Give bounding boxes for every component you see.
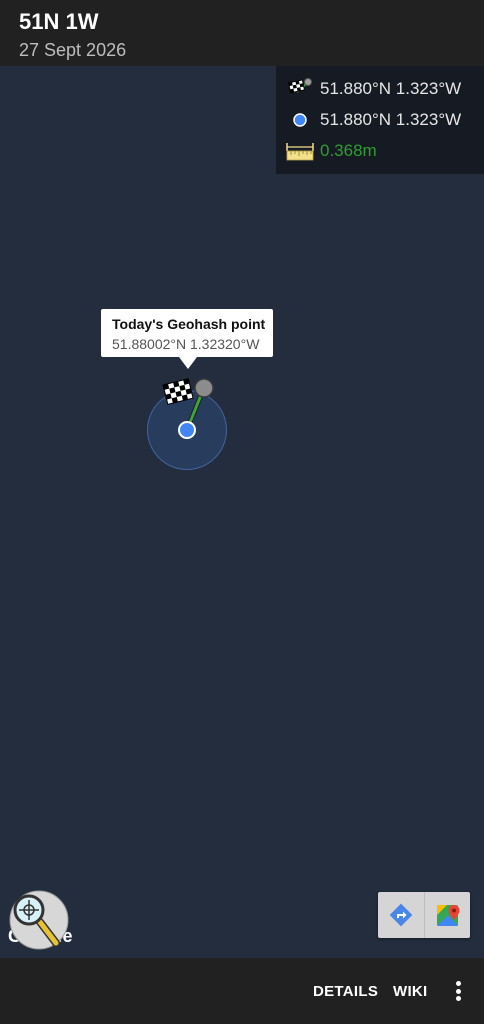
map-toolbar bbox=[378, 892, 470, 938]
current-location-dot bbox=[178, 421, 196, 439]
callout-title: Today's Geohash point bbox=[112, 316, 266, 332]
zoom-button[interactable] bbox=[8, 889, 70, 951]
ruler-icon bbox=[286, 138, 314, 164]
map-view[interactable] bbox=[0, 66, 484, 958]
directions-icon bbox=[389, 903, 413, 927]
wiki-button[interactable]: WIKI bbox=[393, 983, 428, 1000]
geohash-callout[interactable]: Today's Geohash point 51.88002°N 1.32320… bbox=[101, 309, 273, 369]
app-bar: 51N 1W 27 Sept 2026 bbox=[0, 0, 484, 66]
open-in-maps-button[interactable] bbox=[424, 892, 470, 938]
details-button[interactable]: DETAILS bbox=[313, 983, 378, 1000]
distance-value: 0.368m bbox=[320, 141, 377, 160]
magnifier-icon bbox=[9, 890, 69, 950]
marker-layer bbox=[150, 370, 230, 445]
google-maps-icon bbox=[436, 905, 459, 926]
location-row: 51.880°N 1.323°W bbox=[286, 107, 461, 133]
app-subtitle: 27 Sept 2026 bbox=[19, 40, 127, 60]
bottom-bar: DETAILS WIKI bbox=[0, 958, 484, 1024]
destination-coords: 51.880°N 1.323°W bbox=[320, 79, 462, 98]
app-title: 51N 1W bbox=[19, 9, 99, 34]
info-panel: 51.880°N 1.323°W 51.880°N 1.323°W 0.368m bbox=[276, 66, 484, 174]
more-vert-icon[interactable] bbox=[448, 978, 468, 1004]
checkered-flag-icon bbox=[286, 76, 314, 102]
callout-coords: 51.88002°N 1.32320°W bbox=[112, 336, 260, 352]
distance-row: 0.368m bbox=[286, 138, 377, 164]
location-coords: 51.880°N 1.323°W bbox=[320, 110, 462, 129]
blue-dot-icon bbox=[286, 107, 314, 133]
destination-row: 51.880°N 1.323°W bbox=[286, 76, 461, 102]
geohash-flag-marker[interactable] bbox=[162, 378, 214, 406]
directions-button[interactable] bbox=[378, 892, 424, 938]
